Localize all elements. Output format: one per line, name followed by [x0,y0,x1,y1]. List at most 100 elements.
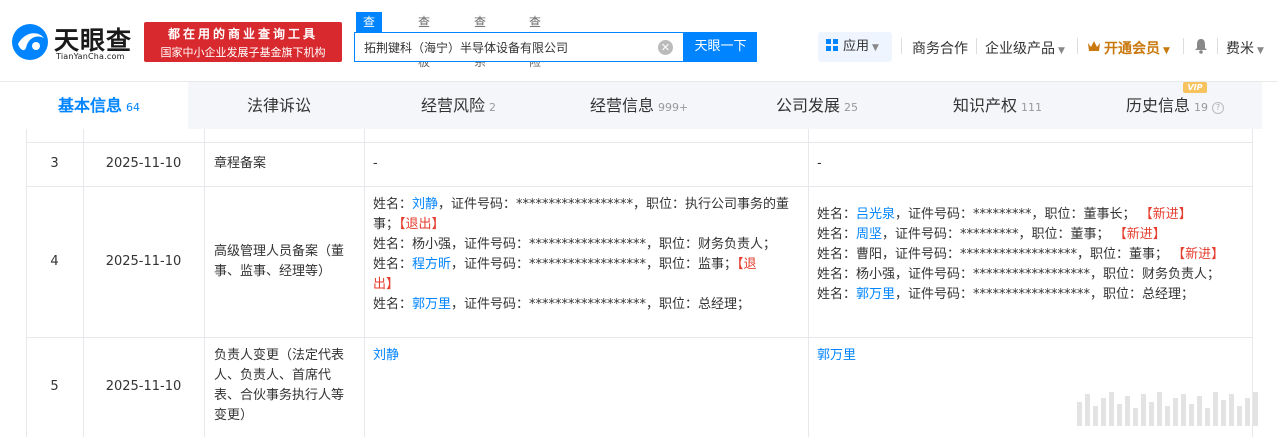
tab-basic-info[interactable]: 基本信息 64 [10,82,188,129]
tab-count: 111 [1021,101,1043,114]
row-item-line: 负责人变更（法定代表 [214,348,345,363]
person-link[interactable]: 郭万里 [817,346,856,366]
tab-count: 2 [489,101,497,114]
person-line: 姓名：杨小强，证件号码：******************，职位：财务负责人； [373,235,789,255]
line-rest: ，证件号码：*********，职位：董事长； [895,207,1136,222]
line-prefix: 姓名： [817,287,857,302]
clear-icon[interactable]: ✕ [658,40,673,55]
person-link[interactable]: 刘静 [373,346,399,366]
logo-subtext: TianYanCha.com [56,52,125,61]
line-prefix: 姓名： [817,207,857,222]
divider [976,38,977,54]
enterprise-products-menu[interactable]: 企业级产品 ▼ [985,38,1065,58]
person-link[interactable]: 周坚 [856,227,882,242]
line-rest: ，证件号码：*********，职位：董事； [882,227,1110,242]
line-prefix: 事； [373,217,400,232]
person-line: 姓名：郭万里，证件号码：******************，职位：总经理； [817,285,1224,305]
vip-badge: VIP [1183,82,1207,93]
row-item: 章程备案 [214,156,267,171]
line-prefix: 姓名： [373,297,413,312]
search-input[interactable] [355,33,645,61]
chevron-down-icon: ▼ [1058,46,1065,56]
change-record-table: 3 2025-11-10 章程备案 - - 4 2025-11-10 高级管理人… [26,129,1253,437]
line-prefix: 姓名：杨小强，证件号码：******************，职位：财务负责人； [373,237,777,252]
tab-legal[interactable]: 法律诉讼 [247,82,311,129]
divider [901,38,902,54]
new-tag: 【新进】 [1172,247,1225,262]
row-index: 4 [50,254,59,269]
tab-label: 法律诉讼 [247,96,312,115]
person-link[interactable]: 程方昕 [412,257,451,272]
row-item: 负责人变更（法定代表 人、负责人、首席代 表、合伙事务执行人等 变更） [214,346,344,426]
open-vip-menu[interactable]: 开通会员 ▼ [1104,38,1170,58]
divider [1077,38,1078,54]
table-border [364,129,365,437]
section-tabs: 基本信息 64 法律诉讼 经营风险 2 经营信息 999+ 公司发展 25 知识产权 11… [10,82,1262,129]
search-button[interactable]: 天眼一下 [684,32,757,62]
person-link[interactable]: 吕光泉 [856,207,895,222]
vip-label: 开通会员 [1104,41,1160,57]
table-border [808,129,809,437]
help-icon[interactable]: ? [1212,102,1225,114]
person-line: 出】 [373,275,789,295]
table-border [26,337,1253,338]
promo-line-2: 国家中小企业发展子基金旗下机构 [160,46,326,59]
line-prefix: 姓名：曹阳，证件号码：******************，职位：董事； [817,247,1169,262]
tab-business-risk[interactable]: 经营风险 2 [421,82,496,129]
search-tab-company[interactable]: 查公司 [356,12,383,69]
apps-menu-button[interactable]: 应用 ▼ [818,32,892,62]
row-item: 高级管理人员备案（董 事、监事、经理等） [214,242,344,282]
line-rest: ，证件号码：******************，职位：监事； [451,257,738,272]
line-prefix: 姓名： [373,197,413,212]
tab-company-development[interactable]: 公司发展 25 [776,82,858,129]
exit-tag: 【退出】 [399,217,445,232]
line-rest: ，证件号码：******************，职位：总经理； [451,297,751,312]
business-cooperation-link[interactable]: 商务合作 [912,38,968,58]
row-item-line: 事、监事、经理等） [214,264,332,279]
user-name: 费米 [1226,41,1254,57]
divider [1183,38,1184,54]
search-tab-boss[interactable]: 查老板 [418,12,430,69]
person-line: 姓名：程方昕，证件号码：******************，职位：监事；【退 [373,255,789,275]
bell-icon[interactable] [1194,38,1208,54]
row-date: 2025-11-10 [105,379,182,394]
row-item-line: 表、合伙事务执行人等 [214,388,345,403]
promo-banner[interactable]: 都在用的商业查询工具 国家中小企业发展子基金旗下机构 [144,22,342,62]
search-tab-risk[interactable]: 查风险 [529,12,541,69]
tab-count: 19 [1194,101,1209,114]
tab-count: 999+ [658,101,689,114]
tab-business-info[interactable]: 经营信息 999+ [590,82,688,129]
tab-label: 知识产权 [953,96,1018,115]
line-prefix: 姓名： [373,257,413,272]
person-link[interactable]: 刘静 [412,197,438,212]
table-border [26,142,1253,143]
row-item-line: 人、负责人、首席代 [214,368,332,383]
person-link[interactable]: 郭万里 [412,297,451,312]
tab-label: 公司发展 [776,96,841,115]
logo[interactable]: 天眼查 TianYanCha.com [10,20,138,66]
tab-label: 经营信息 [590,96,655,115]
person-link[interactable]: 郭万里 [856,287,895,302]
person-line: 姓名：刘静，证件号码：******************，职位：执行公司事务的… [373,195,789,215]
new-tag: 【新进】 [1139,207,1192,222]
tianyancha-logo-icon [12,24,48,60]
tab-label: 经营风险 [421,96,486,115]
user-menu[interactable]: 费米 ▼ [1226,38,1264,58]
top-bar: 天眼查 TianYanCha.com 都在用的商业查询工具 国家中小企业发展子基… [0,0,1278,82]
search-tab-relation[interactable]: 查关系 [474,12,486,69]
chevron-down-icon: ▼ [872,43,879,53]
line-rest: ，证件号码：******************，职位：总经理； [895,287,1195,302]
table-border [204,129,205,437]
watermark-icon [1077,392,1258,426]
tab-intellectual-property[interactable]: 知识产权 111 [953,82,1042,129]
row-item-line: 变更） [214,408,254,423]
line-rest: ，证件号码：******************，职位：执行公司事务的董 [438,197,790,212]
crown-icon [1088,41,1100,51]
exit-tag: 出】 [373,277,400,292]
tab-history[interactable]: 历史信息 19? [1126,82,1225,129]
exit-tag: 【退 [737,257,757,272]
person-line: 姓名：郭万里，证件号码：******************，职位：总经理； [373,295,789,315]
tab-count: 64 [126,101,140,114]
row-date: 2025-11-10 [105,156,182,171]
chevron-down-icon: ▼ [1163,46,1170,56]
